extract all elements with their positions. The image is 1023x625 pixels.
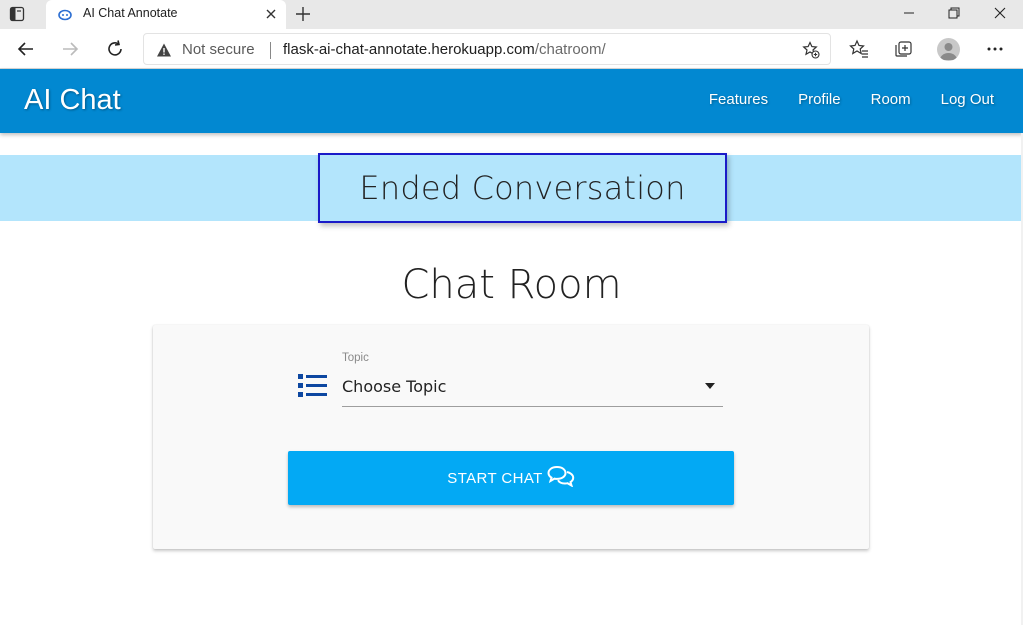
status-message-box: Ended Conversation — [318, 153, 727, 223]
new-tab-icon[interactable] — [294, 5, 312, 23]
start-chat-button[interactable]: START CHAT — [288, 451, 734, 505]
nav-link-room[interactable]: Room — [856, 91, 926, 108]
status-message: Ended Conversation — [359, 169, 686, 207]
favorites-icon[interactable] — [849, 39, 869, 59]
nav-link-features[interactable]: Features — [694, 91, 783, 108]
restore-icon[interactable] — [946, 5, 962, 21]
topic-select[interactable]: Choose Topic — [342, 373, 723, 407]
url-text[interactable]: flask-ai-chat-annotate.herokuapp.com/cha… — [283, 41, 606, 58]
topic-label: Topic — [342, 352, 369, 364]
forward-arrow-icon[interactable] — [60, 39, 80, 59]
topic-selected-value: Choose Topic — [342, 377, 447, 396]
profile-avatar[interactable] — [937, 38, 960, 61]
add-favorite-icon[interactable] — [802, 41, 820, 59]
tab-title: AI Chat Annotate — [83, 6, 178, 20]
back-arrow-icon[interactable] — [16, 39, 36, 59]
browser-toolbar: Not secure flask-ai-chat-annotate.heroku… — [0, 29, 1023, 69]
close-window-icon[interactable] — [992, 5, 1008, 21]
nav-links: Features Profile Room Log Out — [694, 91, 1009, 108]
chat-bubbles-icon — [547, 465, 575, 488]
close-tab-icon[interactable] — [264, 6, 278, 20]
start-chat-label: START CHAT — [447, 469, 543, 487]
nav-link-profile[interactable]: Profile — [783, 91, 856, 108]
url-path: /chatroom/ — [534, 41, 606, 58]
nav-link-logout[interactable]: Log Out — [926, 91, 1009, 108]
site-favicon-icon — [58, 7, 72, 21]
collections-icon[interactable] — [893, 39, 913, 59]
app-navbar: AI Chat Features Profile Room Log Out — [0, 69, 1023, 133]
url-domain: flask-ai-chat-annotate.herokuapp.com — [283, 41, 535, 58]
warning-icon[interactable] — [156, 42, 172, 58]
reload-icon[interactable] — [105, 39, 125, 59]
caret-down-icon — [705, 383, 715, 389]
more-options-icon[interactable] — [985, 39, 1005, 59]
active-tab[interactable]: AI Chat Annotate — [46, 0, 286, 29]
minimize-icon[interactable] — [901, 5, 917, 21]
brand-logo[interactable]: AI Chat — [24, 84, 121, 117]
tab-actions-icon[interactable] — [8, 5, 26, 23]
address-bar[interactable]: Not secure flask-ai-chat-annotate.heroku… — [143, 33, 831, 65]
page-title: Chat Room — [401, 262, 622, 308]
list-icon — [298, 373, 328, 399]
security-label[interactable]: Not secure — [182, 41, 255, 58]
chat-setup-card: Topic Choose Topic START CHAT — [153, 325, 869, 549]
address-separator — [270, 42, 271, 59]
browser-tab-bar: AI Chat Annotate — [0, 0, 1023, 29]
